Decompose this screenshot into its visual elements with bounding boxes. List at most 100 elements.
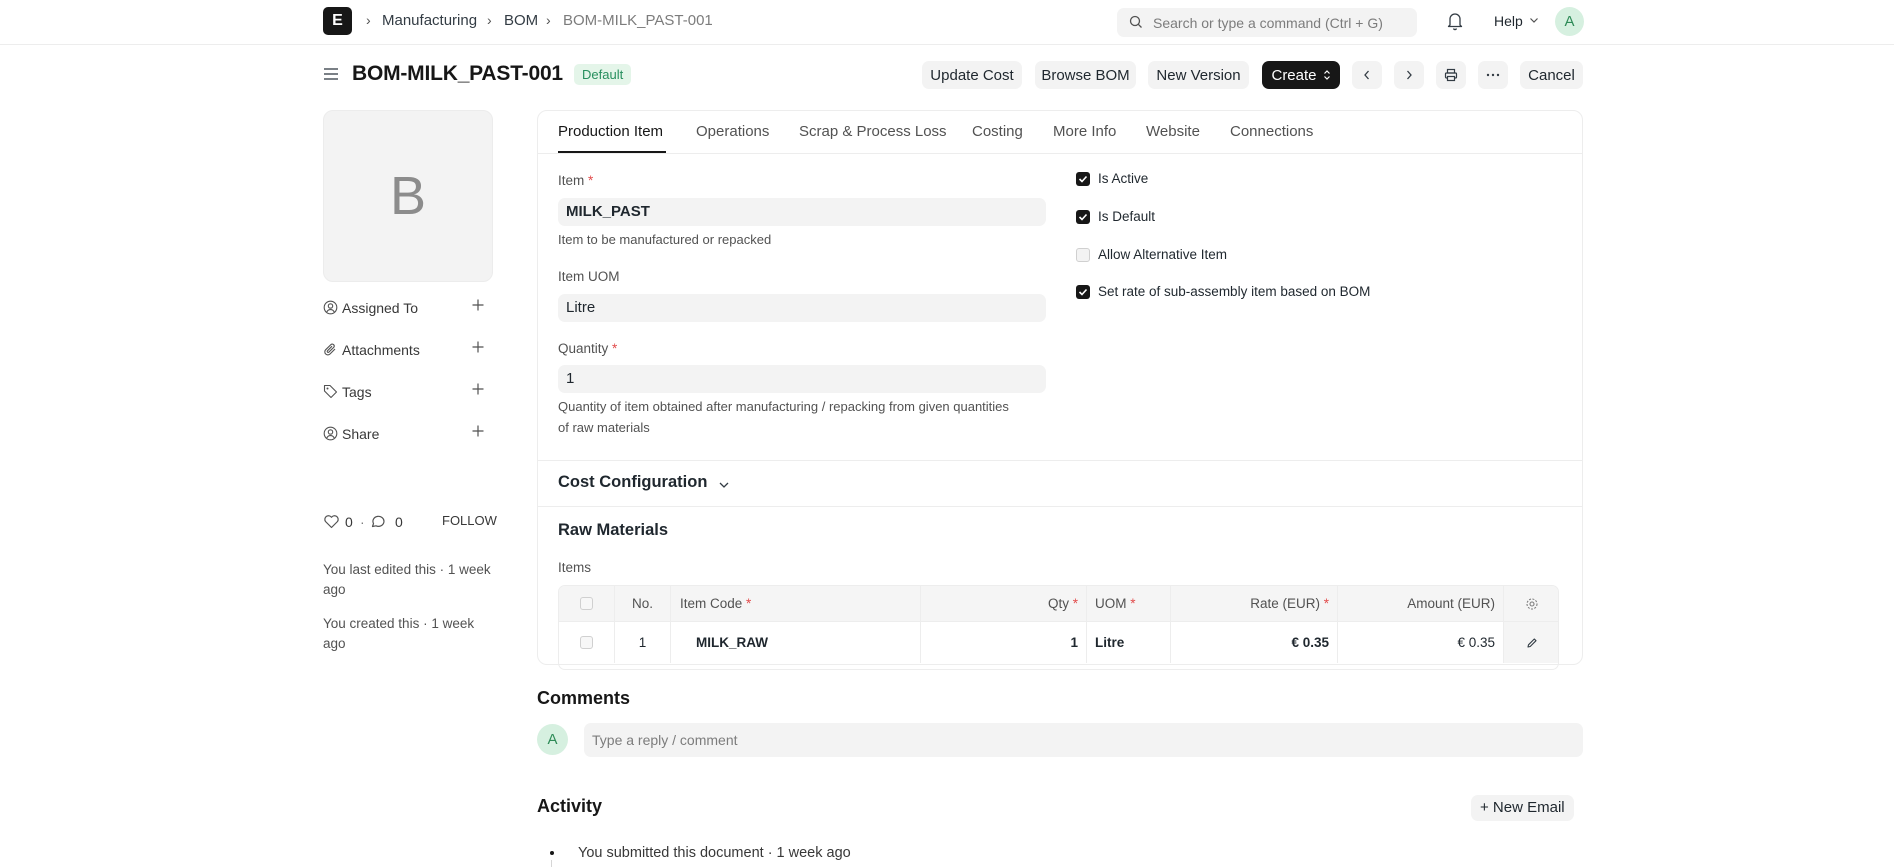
add-icon[interactable] bbox=[471, 340, 485, 354]
search-icon bbox=[1129, 15, 1142, 28]
notification-bell-icon[interactable] bbox=[1446, 11, 1464, 31]
required-marker: * bbox=[1072, 596, 1078, 611]
new-email-button[interactable]: + New Email bbox=[1471, 795, 1574, 821]
sidebar-toggle-icon[interactable] bbox=[323, 66, 339, 82]
select-all-checkbox[interactable] bbox=[580, 597, 593, 610]
allow-alternative-item-label: Allow Alternative Item bbox=[1098, 247, 1228, 262]
timeline-entry: You submitted this document · 1 week ago bbox=[578, 845, 851, 861]
tab-connections[interactable]: Connections bbox=[1230, 123, 1313, 140]
tab-website[interactable]: Website bbox=[1146, 123, 1200, 140]
next-doc-button[interactable] bbox=[1394, 61, 1424, 89]
sidebar-item-assigned-to[interactable]: Assigned To bbox=[323, 297, 493, 319]
assign-icon bbox=[323, 300, 338, 315]
add-icon[interactable] bbox=[471, 424, 485, 438]
set-rate-subassembly-checkbox[interactable] bbox=[1076, 285, 1090, 299]
timeline-line bbox=[551, 860, 552, 867]
tab-costing[interactable]: Costing bbox=[972, 123, 1023, 140]
tab-scrap-process-loss[interactable]: Scrap & Process Loss bbox=[799, 123, 947, 140]
sidebar-item-label: Tags bbox=[342, 384, 372, 400]
col-qty: Qty * bbox=[921, 586, 1087, 621]
item-uom-field[interactable]: Litre bbox=[558, 294, 1046, 322]
item-label-text: Item bbox=[558, 173, 585, 188]
new-version-button[interactable]: New Version bbox=[1148, 61, 1249, 89]
previous-doc-button[interactable] bbox=[1352, 61, 1382, 89]
chevron-left-icon bbox=[1364, 70, 1369, 80]
active-tab-indicator bbox=[558, 151, 666, 153]
search-input[interactable] bbox=[1153, 13, 1403, 33]
comment-avatar: A bbox=[537, 724, 568, 755]
create-button[interactable]: Create bbox=[1262, 61, 1340, 89]
sidebar-item-share[interactable]: Share bbox=[323, 423, 493, 445]
add-icon[interactable] bbox=[471, 298, 485, 312]
set-rate-subassembly-label: Set rate of sub-assembly item based on B… bbox=[1098, 284, 1371, 299]
ellipsis-icon bbox=[1486, 73, 1500, 77]
navbar: E › Manufacturing › BOM › BOM-MILK_PAST-… bbox=[0, 0, 1894, 45]
row-rate[interactable]: € 0.35 bbox=[1171, 622, 1338, 663]
col-rate-label: Rate (EUR) bbox=[1250, 596, 1320, 611]
paperclip-icon bbox=[324, 343, 336, 356]
status-badge: Default bbox=[574, 64, 632, 85]
allow-alternative-item-checkbox[interactable] bbox=[1076, 248, 1090, 262]
is-active-checkbox[interactable] bbox=[1076, 172, 1090, 186]
gear-icon[interactable] bbox=[1525, 597, 1539, 611]
col-no: No. bbox=[615, 586, 671, 621]
check-icon bbox=[1078, 175, 1088, 183]
item-field[interactable]: MILK_PAST bbox=[558, 198, 1046, 226]
is-active-label: Is Active bbox=[1098, 171, 1149, 186]
sidebar-item-attachments[interactable]: Attachments bbox=[323, 339, 493, 361]
edit-pencil-icon[interactable] bbox=[1526, 637, 1538, 649]
tab-production-item[interactable]: Production Item bbox=[558, 123, 663, 140]
section-divider bbox=[538, 460, 1582, 461]
form-card: Production Item Operations Scrap & Proce… bbox=[537, 110, 1583, 670]
row-qty[interactable]: 1 bbox=[921, 622, 1087, 663]
row-no: 1 bbox=[615, 622, 671, 663]
chevron-down-icon[interactable] bbox=[718, 480, 730, 490]
search-bar[interactable] bbox=[1117, 8, 1417, 37]
required-marker: * bbox=[588, 173, 594, 188]
col-item-code: Item Code * bbox=[671, 586, 921, 621]
print-button[interactable] bbox=[1436, 61, 1466, 89]
quantity-help-line1: Quantity of item obtained after manufact… bbox=[558, 399, 1009, 414]
help-menu[interactable]: Help bbox=[1494, 13, 1523, 29]
row-uom[interactable]: Litre bbox=[1087, 622, 1171, 663]
required-marker: * bbox=[1323, 596, 1329, 611]
updown-chevron-icon bbox=[1323, 70, 1330, 80]
breadcrumb-current[interactable]: BOM-MILK_PAST-001 bbox=[563, 12, 713, 29]
col-qty-label: Qty bbox=[1047, 596, 1069, 611]
required-marker: * bbox=[1130, 596, 1136, 611]
breadcrumb-manufacturing[interactable]: Manufacturing bbox=[382, 12, 477, 29]
update-cost-button[interactable]: Update Cost bbox=[922, 61, 1022, 89]
comment-box[interactable] bbox=[584, 723, 1583, 757]
items-table: No. Item Code * Qty * UOM * Rate (EUR) *… bbox=[558, 585, 1559, 670]
more-actions-button[interactable] bbox=[1478, 61, 1508, 89]
doc-image-placeholder[interactable]: B bbox=[323, 110, 493, 282]
quantity-label-text: Quantity bbox=[558, 341, 609, 356]
share-icon bbox=[323, 426, 338, 441]
tab-more-info[interactable]: More Info bbox=[1053, 123, 1116, 140]
col-rate: Rate (EUR) * bbox=[1171, 586, 1338, 621]
row-checkbox[interactable] bbox=[580, 636, 593, 649]
comment-input[interactable] bbox=[592, 723, 1572, 757]
items-table-label: Items bbox=[558, 560, 592, 575]
comment-count: 0 bbox=[395, 514, 403, 530]
browse-bom-button[interactable]: Browse BOM bbox=[1035, 61, 1136, 89]
cancel-button[interactable]: Cancel bbox=[1520, 61, 1583, 89]
add-icon[interactable] bbox=[471, 382, 485, 396]
form-tabs: Production Item Operations Scrap & Proce… bbox=[538, 111, 1582, 154]
follow-button[interactable]: FOLLOW bbox=[442, 513, 497, 528]
row-item-code[interactable]: MILK_RAW bbox=[671, 622, 921, 663]
comment-icon[interactable] bbox=[370, 514, 386, 529]
quantity-field[interactable]: 1 bbox=[558, 365, 1046, 393]
breadcrumb-bom[interactable]: BOM bbox=[504, 12, 538, 29]
app-logo[interactable]: E bbox=[323, 7, 352, 35]
sidebar-item-tags[interactable]: Tags bbox=[323, 381, 493, 403]
is-default-checkbox[interactable] bbox=[1076, 210, 1090, 224]
tab-operations[interactable]: Operations bbox=[696, 123, 769, 140]
check-icon bbox=[1078, 213, 1088, 221]
col-item-code-label: Item Code bbox=[680, 596, 743, 611]
table-row[interactable]: 1 MILK_RAW 1 Litre € 0.35 € 0.35 bbox=[559, 622, 1558, 663]
printer-icon bbox=[1444, 68, 1458, 82]
heart-icon[interactable] bbox=[323, 514, 340, 529]
cost-configuration-title[interactable]: Cost Configuration bbox=[558, 473, 707, 492]
user-avatar[interactable]: A bbox=[1555, 7, 1584, 36]
